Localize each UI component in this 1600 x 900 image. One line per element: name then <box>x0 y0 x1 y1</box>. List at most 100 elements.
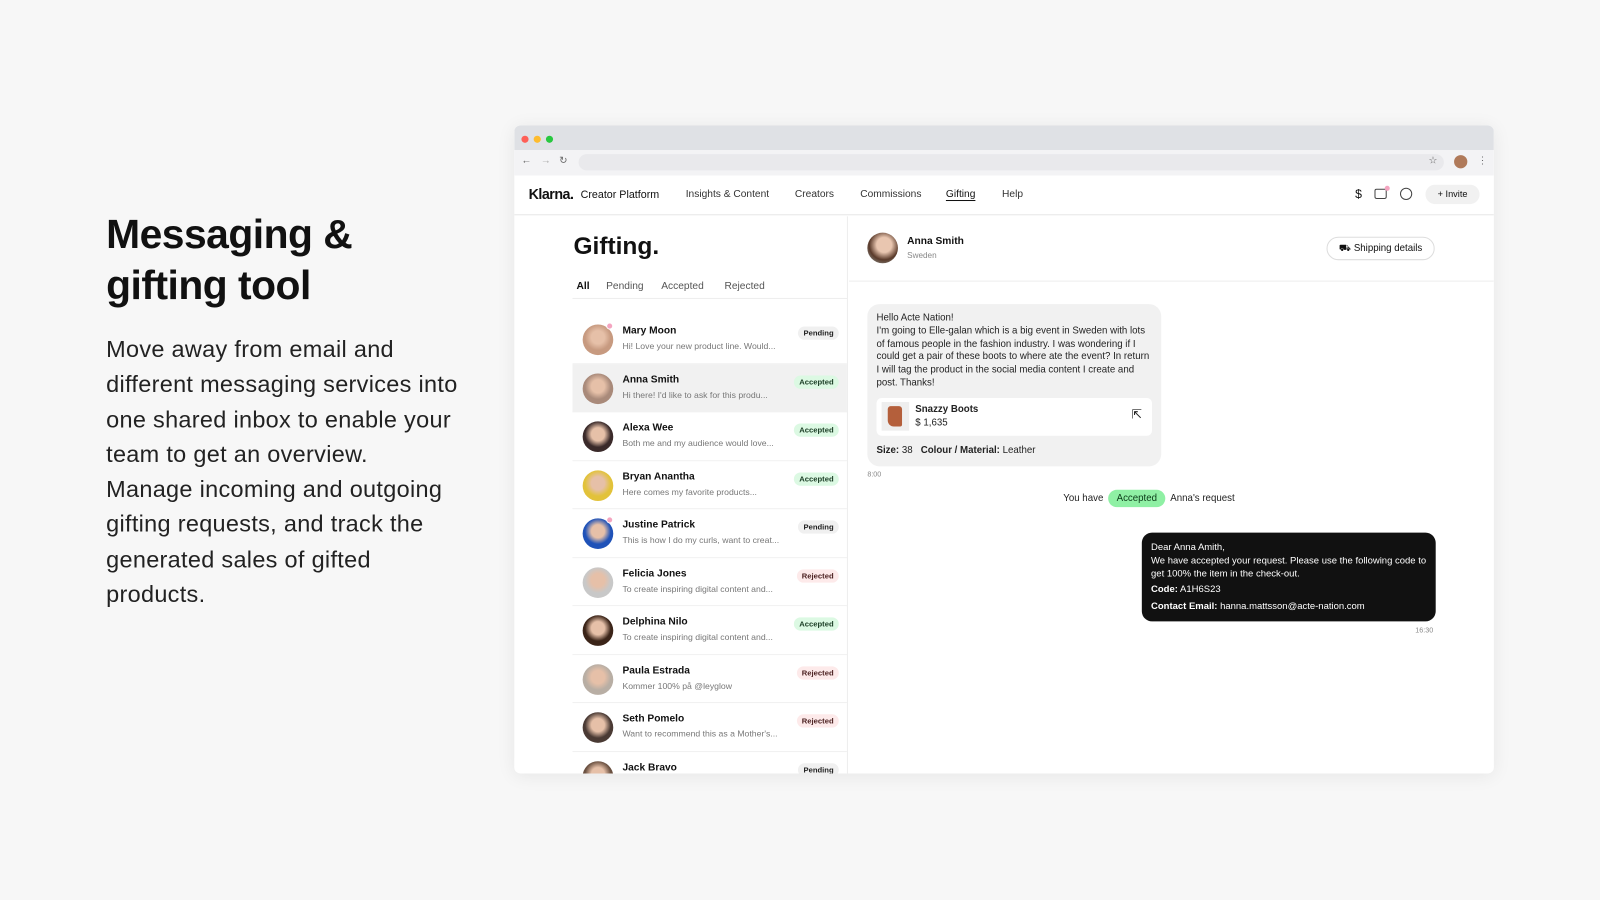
tab-accepted[interactable]: Accepted <box>661 281 704 292</box>
code-value: A1H6S23 <box>1180 584 1221 595</box>
forward-icon[interactable]: → <box>541 155 551 166</box>
invite-label: Invite <box>1445 188 1468 199</box>
shipping-details-button[interactable]: ⛟ Shipping details <box>1326 236 1435 261</box>
avatar <box>582 760 614 774</box>
item-name: Alexa Wee <box>622 422 674 434</box>
truck-icon: ⛟ <box>1338 242 1354 255</box>
message-text: Hello Acte Nation! I'm going to Elle-gal… <box>876 312 1150 389</box>
profile-avatar[interactable] <box>1454 155 1468 169</box>
tab-rejected[interactable]: Rejected <box>724 281 764 292</box>
item-name: Delphina Nilo <box>622 616 688 628</box>
list-item[interactable]: Bryan Anantha Here comes my favorite pro… <box>572 461 847 510</box>
item-name: Paula Estrada <box>622 664 690 677</box>
material-label: Colour / Material: <box>920 444 1000 457</box>
nav-help[interactable]: Help <box>1002 189 1023 200</box>
incoming-message: Hello Acte Nation! I'm going to Elle-gal… <box>867 304 1162 467</box>
gifting-list-panel: Gifting. All Pending Accepted Rejected M… <box>514 216 848 774</box>
status-badge: Rejected <box>796 568 839 583</box>
invite-button[interactable]: + Invite <box>1425 184 1480 205</box>
item-preview: To create inspiring digital content and.… <box>622 631 773 642</box>
unread-dot <box>606 322 614 330</box>
bookmark-star-icon[interactable]: ☆ <box>1429 155 1438 166</box>
item-name: Bryan Anantha <box>622 470 695 483</box>
browser-toolbar: ← → ↻ ☆ ⋮ <box>514 149 1494 176</box>
unread-dot <box>606 516 614 524</box>
item-preview: This is how I do my curls, want to creat… <box>622 534 780 545</box>
product-card[interactable]: Snazzy Boots $ 1,635 ⇱ <box>876 397 1153 436</box>
list-item[interactable]: Mary Moon Hi! Love your new product line… <box>572 315 847 364</box>
message-time: 8:00 <box>867 471 882 479</box>
address-bar[interactable] <box>578 154 1444 171</box>
request-status-line: You have Accepted Anna's request <box>1063 489 1235 508</box>
avatar <box>582 469 614 501</box>
item-name: Mary Moon <box>622 325 677 337</box>
klarna-logo[interactable]: Klarna. <box>529 186 574 202</box>
item-preview: Hi! Love your new product line. Would... <box>622 340 776 352</box>
hero-title: Messaging & gifting tool <box>106 212 353 309</box>
menu-kebab-icon[interactable]: ⋮ <box>1478 155 1488 166</box>
status-badge: Accepted <box>794 617 839 631</box>
maximize-window-button[interactable] <box>545 135 554 143</box>
plus-icon: + <box>1437 188 1446 199</box>
status-badge: Rejected <box>796 665 839 680</box>
list-item[interactable]: Paula Estrada Kommer 100% på @leyglow Re… <box>572 655 847 704</box>
status-badge: Accepted <box>794 423 839 437</box>
avatar <box>582 566 614 598</box>
tab-all[interactable]: All <box>577 281 590 292</box>
list-item[interactable]: Seth Pomelo Want to recommend this as a … <box>572 703 847 752</box>
nav-gifting[interactable]: Gifting <box>946 189 975 200</box>
status-badge: Pending <box>798 762 839 774</box>
contact-location: Sweden <box>907 251 937 261</box>
status-badge: Accepted <box>794 471 839 486</box>
divider <box>572 297 848 299</box>
share-icon[interactable]: ⇱ <box>1132 408 1142 421</box>
product-image <box>881 402 910 431</box>
list-item[interactable]: Jack Bravo Pending <box>572 752 846 774</box>
status-suffix: Anna's request <box>1170 492 1235 505</box>
divider <box>848 280 1494 282</box>
conversation-panel: Anna Smith Sweden ⛟ Shipping details Hel… <box>848 216 1494 773</box>
list-item[interactable]: Anna Smith Hi there! I'd like to ask for… <box>572 363 847 413</box>
item-name: Jack Bravo <box>622 761 677 773</box>
item-preview: Here comes my favorite products... <box>622 486 757 497</box>
size-label: Size: <box>876 444 900 457</box>
list-item[interactable]: Felicia Jones To create inspiring digita… <box>572 558 847 607</box>
item-name: Anna Smith <box>622 373 680 386</box>
product-attributes: Size: 38 Colour / Material: Leather <box>877 445 1036 458</box>
email-value[interactable]: hanna.mattsson@acte-nation.com <box>1220 601 1365 611</box>
tab-pending[interactable]: Pending <box>606 281 643 292</box>
item-preview: Both me and my audience would love... <box>622 437 774 448</box>
status-badge: Pending <box>798 326 839 340</box>
message-time: 16:30 <box>1415 627 1434 635</box>
product-name: Snazzy Boots <box>915 404 979 416</box>
list-item[interactable]: Delphina Nilo To create inspiring digita… <box>572 606 847 655</box>
account-icon[interactable] <box>1399 187 1413 200</box>
item-name: Justine Patrick <box>622 519 696 531</box>
status-prefix: You have <box>1063 492 1104 505</box>
nav-commissions[interactable]: Commissions <box>860 189 921 200</box>
item-preview: Kommer 100% på @leyglow <box>622 680 733 691</box>
hero-body: Move away from email and different messa… <box>106 335 458 608</box>
close-window-button[interactable] <box>521 135 529 143</box>
avatar <box>582 712 614 743</box>
material-value: Leather <box>1002 444 1036 457</box>
nav-creators[interactable]: Creators <box>795 189 834 200</box>
notification-dot <box>1384 185 1390 191</box>
reload-icon[interactable]: ↻ <box>559 155 568 166</box>
item-preview: Hi there! I'd like to ask for this produ… <box>622 389 768 400</box>
product-price: $ 1,635 <box>915 417 948 429</box>
code-label: Code: <box>1151 584 1178 595</box>
reply-greeting: Dear Anna Amith, <box>1151 541 1225 553</box>
item-name: Felicia Jones <box>622 567 687 580</box>
item-preview: To create inspiring digital content and.… <box>622 583 773 594</box>
status-badge: Rejected <box>796 714 839 728</box>
item-preview: Want to recommend this as a Mother's... <box>622 728 778 739</box>
dollar-icon[interactable]: $ <box>1355 187 1362 201</box>
back-icon[interactable]: ← <box>521 155 531 166</box>
list-item[interactable]: Alexa Wee Both me and my audience would … <box>572 412 847 461</box>
platform-name: Creator Platform <box>580 188 660 202</box>
nav-insights[interactable]: Insights & Content <box>686 189 769 200</box>
item-name: Seth Pomelo <box>622 713 685 725</box>
minimize-window-button[interactable] <box>533 135 541 143</box>
list-item[interactable]: Justine Patrick This is how I do my curl… <box>572 509 847 558</box>
